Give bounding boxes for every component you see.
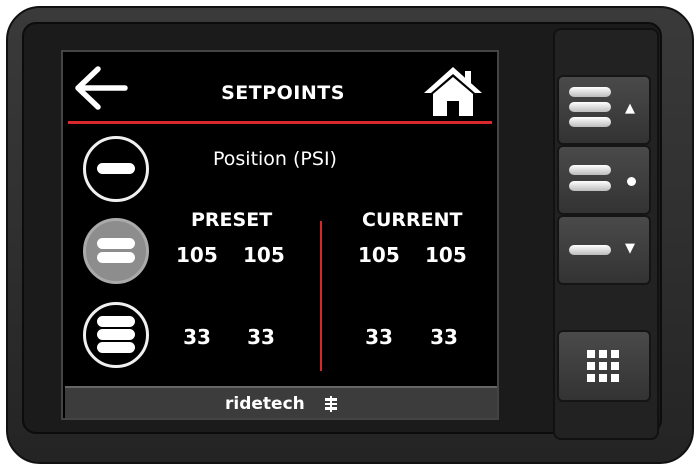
home-icon [424,67,482,116]
back-arrow-icon [75,66,128,110]
preset-value: 105 [176,243,218,267]
pill-icon [569,87,611,97]
level-high-button[interactable] [83,136,149,202]
level-low-button[interactable] [83,302,149,368]
pill-icon [569,165,611,175]
current-value: 33 [430,325,458,349]
pill-icon [569,181,611,191]
brand-name: ridetech [225,394,305,414]
grid-icon [587,350,619,382]
home-button[interactable] [421,64,485,118]
level-pill-icon [97,238,135,249]
lower-button[interactable]: ▼ [557,215,651,285]
level-pill-icon [97,342,135,353]
current-column-header: CURRENT [362,209,463,231]
down-arrow-icon: ▼ [625,241,635,256]
level-pill-icon [97,252,135,263]
preset-value: 33 [247,325,275,349]
level-pill-icon [97,329,135,340]
menu-button[interactable] [557,330,651,402]
current-value: 105 [425,243,467,267]
raise-button[interactable]: ▲ [557,75,651,145]
column-divider [320,221,322,371]
pill-icon [569,102,611,112]
level-select-button[interactable] [557,145,651,215]
level-pill-icon [97,163,135,174]
current-value: 33 [365,325,393,349]
brand-bar: ridetech [65,386,497,418]
pill-icon [569,117,611,127]
up-arrow-icon: ▲ [625,101,635,116]
preset-value: 105 [243,243,285,267]
header-divider [68,121,492,124]
preset-column-header: PRESET [191,209,273,231]
level-mid-button[interactable] [83,218,149,284]
level-pill-icon [97,316,135,327]
page-title: SETPOINTS [221,82,345,104]
display-screen: SETPOINTS Position (PSI) PRESET CURRENT … [61,50,499,420]
ridetech-logo-icon [325,396,337,412]
pill-icon [569,245,611,255]
back-button[interactable] [73,65,129,111]
measurement-label: Position (PSI) [213,148,337,170]
dot-icon [627,177,636,186]
preset-value: 33 [183,325,211,349]
current-value: 105 [358,243,400,267]
